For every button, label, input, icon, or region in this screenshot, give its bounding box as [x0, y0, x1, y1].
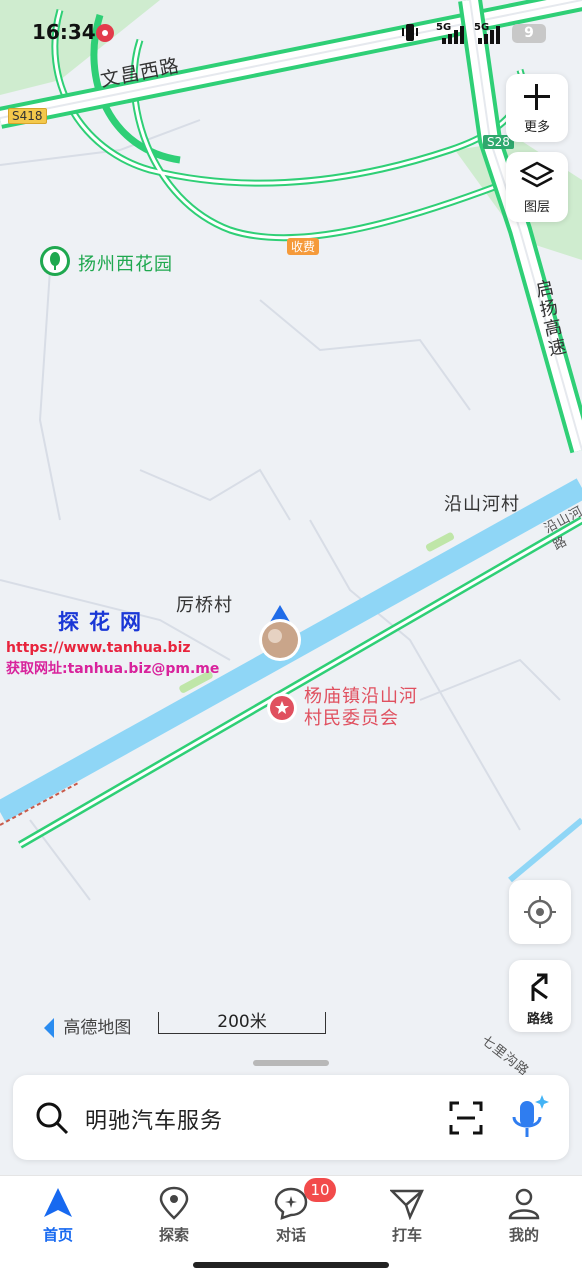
- map-canvas[interactable]: [0, 0, 582, 1175]
- layers-icon: [519, 161, 555, 188]
- scan-icon[interactable]: [449, 1101, 483, 1135]
- poi-label-line2: 村民委员会: [304, 708, 399, 729]
- amap-logo-icon: [34, 1018, 54, 1038]
- tab-profile[interactable]: 我的: [484, 1186, 564, 1245]
- navigation-arrow-icon: [44, 1188, 72, 1217]
- layers-button[interactable]: 图层: [506, 152, 568, 222]
- route-label: 路线: [526, 1012, 553, 1027]
- signal-icon: [442, 26, 464, 44]
- poi-label-line1: 杨庙镇沿山河: [304, 686, 418, 707]
- plus-icon: [524, 84, 550, 110]
- road-badge-s418: S418: [8, 108, 47, 124]
- locate-icon: [524, 896, 556, 928]
- watermark: 探花网 https://www.tanhua.biz 获取网址:tanhua.b…: [6, 606, 219, 678]
- search-bar[interactable]: 明驰汽车服务: [13, 1075, 569, 1160]
- taxi-icon: [390, 1189, 424, 1220]
- village-label-yanshanhe[interactable]: 沿山河村: [444, 490, 520, 516]
- status-bar: 16:34 5G 5G 9: [0, 0, 582, 64]
- sheet-drag-handle[interactable]: [253, 1060, 329, 1066]
- layers-label: 图层: [523, 200, 550, 215]
- status-time: 16:34: [32, 20, 96, 44]
- screen-record-icon: [96, 24, 114, 42]
- watermark-title: 探花网: [58, 610, 151, 634]
- home-indicator[interactable]: [193, 1262, 389, 1268]
- route-button[interactable]: 路线: [509, 960, 571, 1032]
- watermark-url: https://www.tanhua.biz: [6, 640, 191, 656]
- voice-assistant-icon[interactable]: [509, 1093, 549, 1141]
- profile-icon: [508, 1188, 540, 1220]
- park-label[interactable]: 扬州西花园: [78, 250, 173, 276]
- route-icon: [531, 973, 548, 1001]
- tab-explore-label: 探索: [158, 1226, 189, 1244]
- location-pin-icon: [159, 1186, 189, 1220]
- more-label: 更多: [523, 120, 550, 135]
- tab-home-label: 首页: [42, 1226, 73, 1244]
- chat-bubble-icon: [274, 1187, 308, 1220]
- search-icon: [36, 1102, 69, 1135]
- amap-logo-text: 高德地图: [63, 1018, 132, 1038]
- tab-taxi[interactable]: 打车: [367, 1186, 447, 1245]
- tab-home[interactable]: 首页: [18, 1186, 98, 1245]
- search-input[interactable]: 明驰汽车服务: [85, 1103, 223, 1135]
- chat-unread-badge: 10: [304, 1178, 336, 1202]
- signal-icon: [478, 26, 500, 44]
- map-scale: 200米: [158, 1012, 326, 1034]
- tab-taxi-label: 打车: [391, 1226, 422, 1244]
- vibrate-icon: [402, 24, 418, 41]
- tab-chat-label: 对话: [275, 1226, 306, 1244]
- poi-label[interactable]: 杨庙镇沿山河 村民委员会: [304, 686, 418, 730]
- amap-logo: 高德地图: [34, 1013, 131, 1038]
- battery-indicator: 9: [512, 24, 546, 43]
- more-button[interactable]: 更多: [506, 74, 568, 142]
- locate-button[interactable]: [509, 880, 571, 944]
- toll-badge: 收费: [287, 238, 320, 255]
- tab-explore[interactable]: 探索: [134, 1186, 214, 1245]
- tab-profile-label: 我的: [508, 1226, 539, 1244]
- watermark-contact: 获取网址:tanhua.biz@pm.me: [6, 661, 220, 677]
